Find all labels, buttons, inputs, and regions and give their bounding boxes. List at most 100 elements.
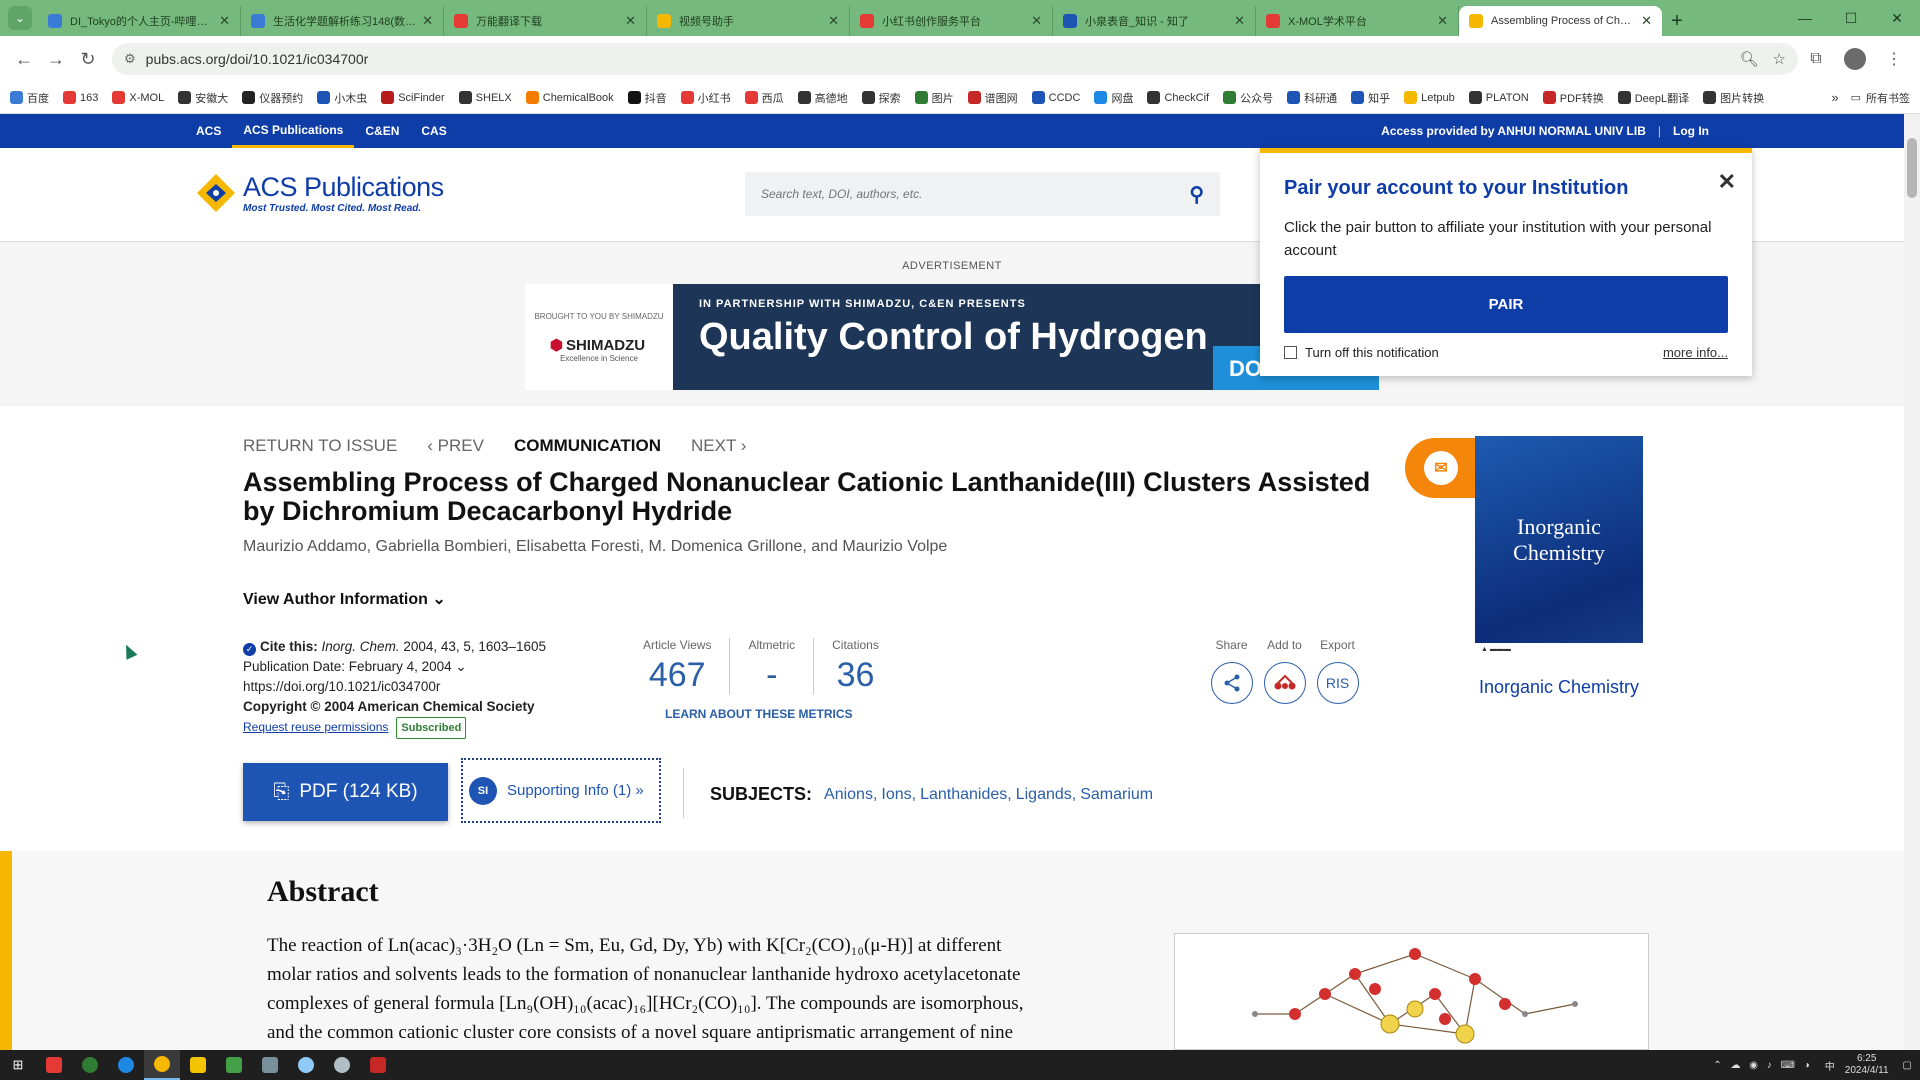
ime-indicator[interactable]: 中 [1825, 1058, 1835, 1073]
view-author-information[interactable]: View Author Information ⌄ [243, 589, 446, 609]
return-to-issue-link[interactable]: RETURN TO ISSUE [243, 436, 397, 456]
bookmark-item[interactable]: DeepL翻译 [1617, 90, 1689, 106]
address-bar[interactable]: ⚙ pubs.acs.org/doi/10.1021/ic034700r 🔍︎ … [112, 43, 1798, 75]
tab-close-icon[interactable]: ✕ [1437, 13, 1448, 29]
system-clock[interactable]: 6:25 2024/4/11 [1845, 1053, 1889, 1077]
ad-banner[interactable]: BROUGHT TO YOU BY SHIMADZU ⬢ SHIMADZU Exc… [525, 284, 1379, 390]
taskbar-app[interactable] [180, 1050, 216, 1080]
bookmark-item[interactable]: 网盘 [1094, 90, 1133, 106]
bookmark-item[interactable]: 百度 [10, 90, 49, 106]
bookmark-item[interactable]: 科研通 [1287, 90, 1337, 106]
taskbar-app-active[interactable] [144, 1050, 180, 1080]
nav-cas[interactable]: CAS [410, 114, 457, 148]
pair-button[interactable]: PAIR [1284, 276, 1728, 333]
taskbar-app[interactable] [216, 1050, 252, 1080]
nav-acs-publications[interactable]: ACS Publications [232, 114, 355, 148]
minimize-button[interactable]: — [1782, 10, 1828, 26]
menu-icon[interactable]: ⋮ [1876, 49, 1912, 69]
close-window-button[interactable]: ✕ [1874, 10, 1920, 27]
notification-icon[interactable]: ▢ [1903, 1060, 1912, 1071]
bookmark-item[interactable]: 高德地 [797, 90, 848, 106]
browser-tab[interactable]: 生活化学题解析练习148(数据总结) ✕ [241, 6, 444, 36]
pdf-download-button[interactable]: ⎘ PDF (124 KB) [243, 763, 448, 821]
more-info-link[interactable]: more info... [1663, 345, 1728, 360]
bookmark-item[interactable]: SHELX [458, 91, 512, 104]
search-input[interactable] [761, 187, 1190, 201]
taskbar-app[interactable] [288, 1050, 324, 1080]
browser-tab[interactable]: 小泉表音_知识 - 知了 ✕ [1053, 6, 1256, 36]
publication-date[interactable]: Publication Date: February 4, 2004 ⌄ [243, 657, 546, 677]
bookmark-item[interactable]: 163 [63, 91, 98, 104]
tab-close-icon[interactable]: ✕ [1641, 13, 1652, 29]
taskbar-app[interactable] [36, 1050, 72, 1080]
bookmark-item[interactable]: PDF转换 [1542, 90, 1604, 106]
profile-avatar[interactable] [1844, 48, 1866, 70]
journal-name-link[interactable]: Inorganic Chemistry [1475, 677, 1643, 698]
altmetric-value[interactable]: - [748, 656, 795, 695]
tab-close-icon[interactable]: ✕ [422, 13, 433, 29]
tab-close-icon[interactable]: ✕ [219, 13, 230, 29]
login-link[interactable]: Log In [1673, 124, 1709, 138]
search-icon[interactable]: ⚲ [1189, 182, 1204, 207]
bookmark-item[interactable]: 抖音 [627, 90, 667, 106]
bookmark-item[interactable]: 小木虫 [317, 90, 367, 106]
learn-metrics-link[interactable]: LEARN ABOUT THESE METRICS [665, 707, 853, 721]
citations-value[interactable]: 36 [832, 656, 879, 695]
abstract-graphic[interactable] [1174, 933, 1649, 1050]
extensions-icon[interactable]: ⧉ [1798, 50, 1834, 68]
bookmark-item[interactable]: 知乎 [1351, 90, 1390, 106]
bookmark-item[interactable]: 探索 [861, 90, 901, 106]
browser-tab[interactable]: X-MOL学术平台 ✕ [1256, 6, 1459, 36]
bookmark-item[interactable]: 图片转换 [1703, 90, 1764, 106]
bookmark-item[interactable]: ChemicalBook [525, 91, 614, 104]
bookmark-item[interactable]: SciFinder [381, 91, 445, 104]
subject-link[interactable]: Anions, [824, 786, 877, 804]
browser-tab[interactable]: DI_Tokyo的个人主页-哔哩_Tokyo ✕ [38, 6, 241, 36]
email-alert-button[interactable]: ✉ [1405, 438, 1477, 498]
tab-close-icon[interactable]: ✕ [828, 13, 839, 29]
bookmark-item[interactable]: X-MOL [112, 91, 164, 104]
turn-off-notification-checkbox[interactable] [1284, 346, 1297, 359]
bookmark-star-icon[interactable]: ☆ [1773, 50, 1786, 68]
supporting-info-button[interactable]: SI Supporting Info (1) » [461, 758, 661, 823]
bookmark-item[interactable]: Letpub [1404, 91, 1455, 104]
forward-button[interactable]: → [40, 43, 72, 75]
back-button[interactable]: ← [8, 43, 40, 75]
bookmark-item[interactable]: 小红书 [680, 90, 731, 106]
maximize-button[interactable]: ☐ [1828, 10, 1874, 27]
start-button[interactable]: ⊞ [0, 1050, 36, 1080]
bookmark-item[interactable]: 图片 [914, 90, 954, 106]
scrollbar-thumb[interactable] [1907, 138, 1917, 198]
taskbar-app[interactable] [252, 1050, 288, 1080]
site-info-icon[interactable]: ⚙ [124, 51, 136, 67]
taskbar-app[interactable] [360, 1050, 396, 1080]
bookmark-item[interactable]: CheckCif [1147, 91, 1209, 104]
journal-cover[interactable]: Inorganic Chemistry ▲ ▬▬▬ [1475, 436, 1643, 661]
browser-tab[interactable]: 视频号助手 ✕ [647, 6, 850, 36]
browser-tab[interactable]: 万能翻译下载 ✕ [444, 6, 647, 36]
tray-icons[interactable]: ⌃ ☁ ◉ ♪ ⌨ ◑ [1713, 1060, 1812, 1071]
article-authors[interactable]: Maurizio Addamo, Gabriella Bombieri, Eli… [243, 538, 947, 556]
bookmark-item[interactable]: PLATON [1468, 91, 1529, 104]
bookmarks-overflow-button[interactable]: » [1831, 90, 1838, 105]
close-icon[interactable]: ✕ [1718, 169, 1736, 195]
subject-link[interactable]: Lanthanides, [920, 786, 1012, 804]
subject-link[interactable]: Ions, [881, 786, 916, 804]
bookmark-item[interactable]: 公众号 [1223, 90, 1273, 106]
taskbar-app[interactable] [324, 1050, 360, 1080]
new-tab-button[interactable]: + [1662, 6, 1692, 36]
zoom-icon[interactable]: 🔍︎ [1740, 50, 1759, 68]
tab-close-icon[interactable]: ✕ [1031, 13, 1042, 29]
tab-close-icon[interactable]: ✕ [1234, 13, 1245, 29]
bookmark-item[interactable]: CCDC [1031, 91, 1080, 104]
taskbar-app[interactable] [72, 1050, 108, 1080]
next-article-link[interactable]: NEXT › [691, 436, 746, 456]
tab-close-icon[interactable]: ✕ [625, 13, 636, 29]
page-scrollbar[interactable] [1904, 114, 1920, 1050]
subject-link[interactable]: Samarium [1080, 786, 1153, 804]
subject-link[interactable]: Ligands, [1016, 786, 1077, 804]
acs-logo[interactable]: ACS Publications Most Trusted. Most Cite… [195, 172, 444, 214]
ris-export-button[interactable]: RIS [1316, 662, 1359, 704]
bookmark-item[interactable]: 谱图网 [967, 90, 1018, 106]
bookmark-item[interactable]: 仪器预约 [242, 90, 303, 106]
